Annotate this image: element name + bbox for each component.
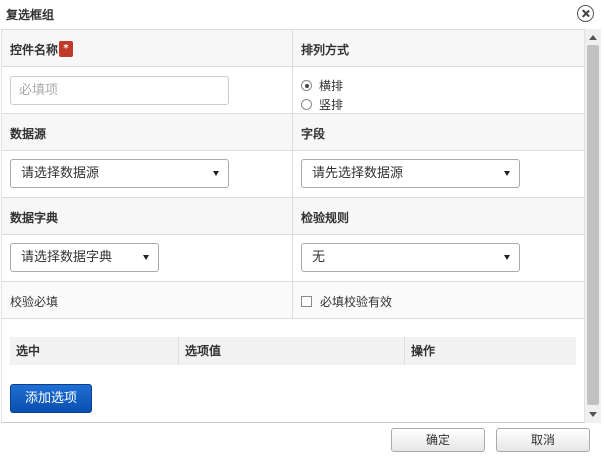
- options-area: 选中 选项值 操作 添加选项: [2, 327, 584, 422]
- control-name-input-cell: [2, 67, 293, 113]
- dropdown-arrow-icon: [504, 255, 510, 260]
- validation-required-checkbox-cell: 必填校验有效: [293, 282, 584, 318]
- form-row-labels-2: 数据源 字段: [2, 114, 584, 151]
- layout-option-vertical[interactable]: 竖排: [301, 96, 343, 113]
- form-row-inputs-1: 横排 竖排: [2, 67, 584, 114]
- data-dictionary-select[interactable]: 请选择数据字典: [10, 243, 159, 272]
- layout-option-vertical-label: 竖排: [319, 98, 344, 112]
- field-select-cell: 请先选择数据源: [293, 151, 584, 197]
- dialog-titlebar: 复选框组: [0, 0, 604, 28]
- data-source-select[interactable]: 请选择数据源: [10, 159, 229, 188]
- control-name-label: 控件名称 *: [10, 41, 74, 58]
- field-select[interactable]: 请先选择数据源: [301, 159, 520, 188]
- data-source-select-cell: 请选择数据源: [2, 151, 293, 197]
- data-source-label: 数据源: [10, 127, 47, 141]
- checkbox-group-dialog: 复选框组 控件名称* 排列方式 横排 竖排: [0, 0, 604, 471]
- column-header-actions: 操作: [411, 344, 436, 358]
- dialog-content: 控件名称* 排列方式 横排 竖排 数据源: [1, 29, 584, 423]
- validation-rule-label: 检验规则: [301, 211, 350, 225]
- dropdown-arrow-icon: [504, 171, 510, 176]
- close-circle-icon[interactable]: [577, 5, 594, 22]
- options-table-header: 选中 选项值 操作: [10, 337, 576, 365]
- validation-rule-select[interactable]: 无: [301, 243, 520, 272]
- data-dictionary-label: 数据字典: [10, 211, 59, 225]
- radio-checked-icon[interactable]: [301, 80, 312, 91]
- control-name-input[interactable]: [10, 76, 229, 105]
- form-row-labels-3: 数据字典 检验规则: [2, 198, 584, 235]
- form-row-inputs-3: 请选择数据字典 无: [2, 235, 584, 282]
- field-label: 字段: [301, 127, 326, 141]
- validation-rule-select-cell: 无: [293, 235, 584, 281]
- required-badge: *: [59, 41, 74, 57]
- validation-required-label: 校验必填: [10, 295, 59, 309]
- data-dictionary-select-cell: 请选择数据字典: [2, 235, 293, 281]
- dropdown-arrow-icon: [143, 255, 149, 260]
- data-source-select-value: 请选择数据源: [21, 166, 100, 181]
- add-option-button[interactable]: 添加选项: [10, 384, 92, 413]
- validation-required-checkbox-label: 必填校验有效: [320, 295, 393, 309]
- data-source-label-cell: 数据源: [2, 114, 293, 150]
- checkbox-icon[interactable]: [301, 296, 312, 307]
- layout-label-cell: 排列方式: [293, 30, 584, 66]
- form-row-labels-1: 控件名称 * 排列方式: [2, 30, 584, 67]
- validation-required-checkbox[interactable]: 必填校验有效: [301, 293, 392, 310]
- radio-unchecked-icon[interactable]: [301, 99, 312, 110]
- vertical-scrollbar[interactable]: [584, 29, 601, 423]
- column-header-selected: 选中: [10, 337, 179, 365]
- form-row-validation-required: 校验必填 必填校验有效: [2, 282, 584, 319]
- layout-option-horizontal[interactable]: 横排: [301, 77, 343, 94]
- validation-required-label-cell: 校验必填: [2, 282, 293, 318]
- data-dictionary-label-cell: 数据字典: [2, 198, 293, 234]
- confirm-button[interactable]: 确定: [391, 428, 485, 452]
- scrollbar-thumb[interactable]: [587, 45, 599, 405]
- field-label-cell: 字段: [293, 114, 584, 150]
- layout-option-horizontal-label: 横排: [319, 79, 344, 93]
- field-select-value: 请先选择数据源: [312, 166, 404, 181]
- control-name-label-cell: 控件名称 *: [2, 30, 293, 66]
- dialog-title: 复选框组: [6, 8, 55, 22]
- data-dictionary-select-value: 请选择数据字典: [21, 250, 113, 265]
- layout-options-cell: 横排 竖排: [293, 67, 584, 113]
- scroll-down-arrow-icon[interactable]: [589, 412, 597, 417]
- scroll-up-arrow-icon[interactable]: [589, 35, 597, 40]
- cancel-button[interactable]: 取消: [496, 428, 590, 452]
- control-name-label-text: 控件名称: [10, 43, 59, 57]
- validation-rule-label-cell: 检验规则: [293, 198, 584, 234]
- form-row-inputs-2: 请选择数据源 请先选择数据源: [2, 151, 584, 198]
- layout-label: 排列方式: [301, 43, 350, 57]
- dropdown-arrow-icon: [213, 171, 219, 176]
- validation-rule-select-value: 无: [312, 250, 326, 265]
- column-header-option-value: 选项值: [179, 337, 405, 365]
